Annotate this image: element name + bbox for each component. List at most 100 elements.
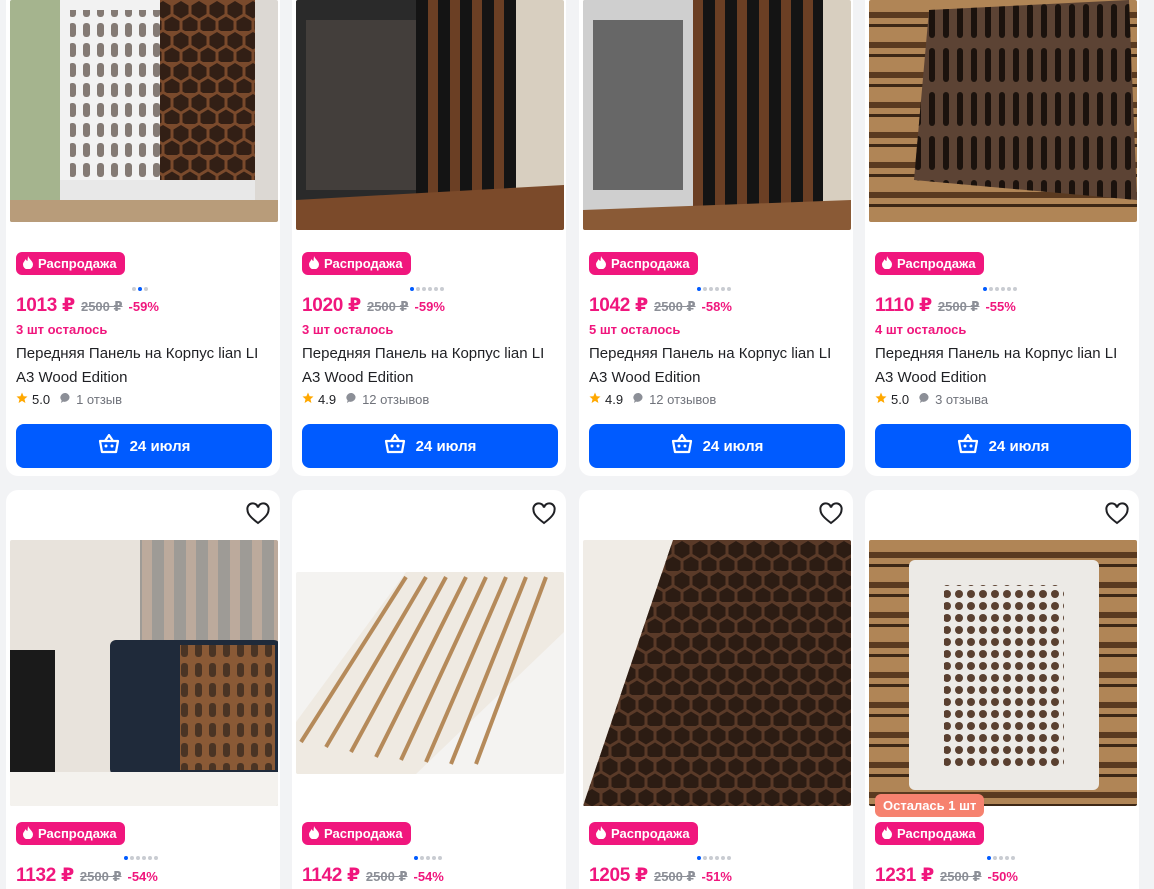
add-to-cart-button[interactable]: 24 июля [589,424,845,468]
pagination-dot [428,287,432,291]
basket-icon [384,433,406,458]
pagination-dot [420,856,424,860]
heart-icon[interactable] [244,500,272,528]
pagination-dot [987,856,991,860]
add-to-cart-button[interactable]: 24 июля [302,424,558,468]
product-image[interactable] [296,0,564,230]
product-card[interactable]: Распродажа 1110 ₽ 2500 ₽ -55% 4 шт остал… [865,0,1139,476]
pagination-dot [721,856,725,860]
price-block: 1110 ₽ 2500 ₽ -55% [875,294,1016,317]
product-card[interactable]: Распродажа 1142 ₽ 2500 ₽ -54% [292,490,566,889]
product-image[interactable] [10,0,278,222]
price-block: 1205 ₽ 2500 ₽ -51% [589,864,732,887]
rating-score: 5.0 [32,392,51,407]
image-dots [410,287,444,293]
heart-icon[interactable] [1103,500,1131,528]
star-icon [302,392,314,407]
product-image[interactable] [583,540,851,806]
fire-icon [308,825,320,842]
review-count: 12 отзывов [362,392,430,407]
pagination-dot [144,287,148,291]
fire-icon [881,255,893,272]
current-price: 1142 ₽ [302,865,360,886]
discount: -50% [987,869,1018,884]
current-price: 1020 ₽ [302,295,361,316]
rating-block[interactable]: 5.0 3 отзыва [875,392,988,407]
product-image[interactable] [10,540,278,806]
star-icon [589,392,601,407]
pagination-dot [1005,856,1009,860]
delivery-date: 24 июля [988,437,1050,455]
old-price: 2500 ₽ [365,869,408,884]
fire-icon [595,255,607,272]
comment-icon [346,392,358,407]
image-dots [697,856,731,862]
pagination-dot [1011,856,1015,860]
rating-block[interactable]: 4.9 12 отзывов [589,392,716,407]
rating-score: 4.9 [605,392,624,407]
pagination-dot [124,856,128,860]
heart-icon[interactable] [530,500,558,528]
pagination-dot [136,856,140,860]
product-card[interactable]: Распродажа 1013 ₽ 2500 ₽ -59% 3 шт остал… [6,0,280,476]
pagination-dot [1013,287,1017,291]
basket-icon [98,433,120,458]
price-block: 1020 ₽ 2500 ₽ -59% [302,294,445,317]
old-price: 2500 ₽ [937,299,980,314]
product-title[interactable]: Передняя Панель на Корпус lian LI A3 Woo… [875,342,1131,390]
sale-badge: Распродажа [302,252,411,275]
rating-score: 4.9 [318,392,337,407]
stock-left: 3 шт осталось [16,322,108,337]
sale-badge-label: Распродажа [897,256,976,271]
discount: -54% [127,869,158,884]
product-card[interactable]: Осталась 1 шт Распродажа 1231 ₽ 2500 ₽ -… [865,490,1139,889]
discount: -59% [128,299,159,314]
pagination-dot [410,287,414,291]
pagination-dot [138,287,142,291]
sale-badge-label: Распродажа [38,826,117,841]
pagination-dot [148,856,152,860]
image-dots [983,287,1017,293]
sale-badge: Распродажа [875,252,984,275]
product-image[interactable] [869,0,1137,222]
product-image[interactable] [296,572,564,774]
current-price: 1231 ₽ [875,865,934,886]
pagination-dot [709,856,713,860]
heart-icon[interactable] [817,500,845,528]
rating-block[interactable]: 4.9 12 отзывов [302,392,429,407]
rating-block[interactable]: 5.0 1 отзыв [16,392,122,407]
comment-icon [633,392,645,407]
old-price: 2500 ₽ [366,299,409,314]
sale-badge-label: Распродажа [324,826,403,841]
delivery-date: 24 июля [702,437,764,455]
pagination-dot [983,287,987,291]
product-card[interactable]: Распродажа 1042 ₽ 2500 ₽ -58% 5 шт остал… [579,0,853,476]
current-price: 1132 ₽ [16,865,74,886]
sale-badge: Распродажа [16,822,125,845]
stock-badge: Осталась 1 шт [875,794,985,817]
pagination-dot [721,287,725,291]
add-to-cart-button[interactable]: 24 июля [875,424,1131,468]
old-price: 2500 ₽ [653,299,696,314]
stock-left: 5 шт осталось [589,322,681,337]
stock-badge-label: Осталась 1 шт [883,798,977,813]
pagination-dot [416,287,420,291]
fire-icon [308,255,320,272]
add-to-cart-button[interactable]: 24 июля [16,424,272,468]
sale-badge: Распродажа [302,822,411,845]
review-count: 1 отзыв [76,392,123,407]
product-card[interactable]: Распродажа 1132 ₽ 2500 ₽ -54% [6,490,280,889]
product-image[interactable] [869,540,1137,806]
product-title[interactable]: Передняя Панель на Корпус lian LI A3 Woo… [302,342,558,390]
pagination-dot [438,856,442,860]
pagination-dot [697,287,701,291]
stock-left: 4 шт осталось [875,322,967,337]
product-title[interactable]: Передняя Панель на Корпус lian LI A3 Woo… [16,342,272,390]
product-card[interactable]: Распродажа 1205 ₽ 2500 ₽ -51% [579,490,853,889]
price-block: 1142 ₽ 2500 ₽ -54% [302,864,444,887]
comment-icon [60,392,72,407]
pagination-dot [434,287,438,291]
product-title[interactable]: Передняя Панель на Корпус lian LI A3 Woo… [589,342,845,390]
product-image[interactable] [583,0,851,230]
product-card[interactable]: Распродажа 1020 ₽ 2500 ₽ -59% 3 шт остал… [292,0,566,476]
